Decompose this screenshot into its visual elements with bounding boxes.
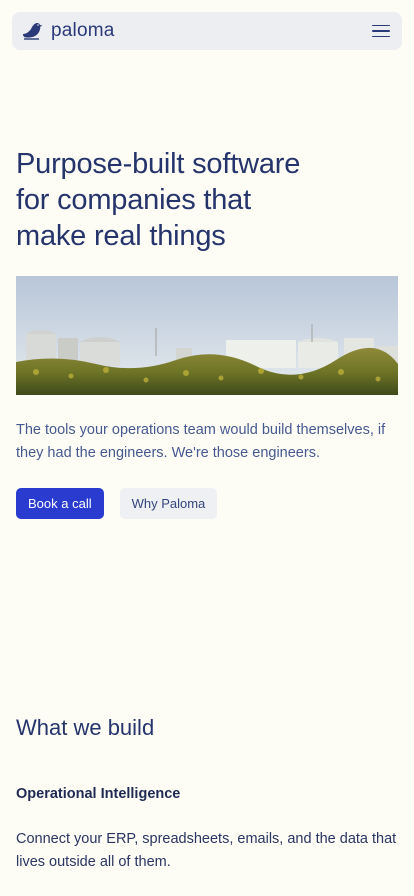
hero-subtitle: The tools your operations team would bui…: [16, 422, 386, 461]
hero-title-line: make real things: [16, 220, 226, 252]
menu-line: [372, 30, 390, 32]
hero-title-line: Purpose-built software: [16, 148, 301, 180]
brand-name: paloma: [51, 20, 115, 41]
book-a-call-button[interactable]: Book a call: [16, 488, 104, 519]
pigeon-logo-icon: [23, 23, 43, 40]
menu-line: [372, 35, 390, 37]
hamburger-menu-icon[interactable]: [370, 23, 392, 39]
feature-title: Operational Intelligence: [16, 786, 181, 802]
brand-logo-link[interactable]: paloma: [21, 20, 115, 42]
hero-title: Purpose-built software for companies tha…: [16, 146, 376, 254]
cta-row: Book a call Why Paloma: [16, 488, 218, 519]
hero-title-line: for companies that: [16, 184, 251, 216]
why-paloma-button[interactable]: Why Paloma: [119, 488, 218, 519]
menu-line: [372, 25, 390, 27]
section-title: What we build: [16, 715, 155, 740]
page: paloma Purpose-built software for compan…: [0, 0, 414, 896]
industrial-facility-image: [16, 276, 398, 395]
feature-description: Connect your ERP, spreadsheets, emails, …: [16, 831, 397, 870]
top-navbar: paloma: [12, 12, 402, 50]
